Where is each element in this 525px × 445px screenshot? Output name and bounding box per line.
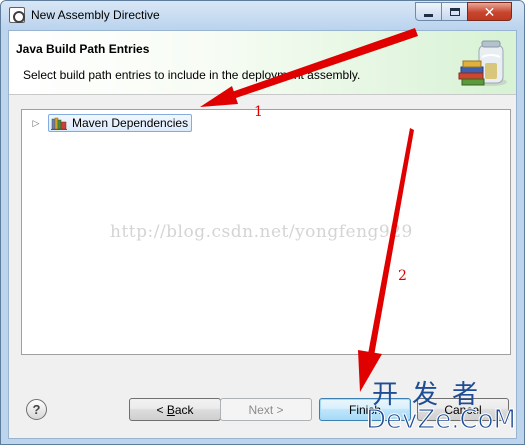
jar-books-icon [458, 40, 507, 86]
maximize-icon [449, 7, 460, 16]
title-bar[interactable]: New Assembly Directive ✕ [1, 1, 524, 30]
devze-watermark-logo: 开发者 DevZe.CoM [366, 374, 522, 440]
tree-row[interactable]: ▷ Maven Dependencies [30, 114, 193, 132]
wizard-header: Java Build Path Entries Select build pat… [9, 31, 516, 95]
tree-item-label: Maven Dependencies [72, 116, 189, 130]
blog-watermark: http://blog.csdn.net/yongfeng929 [110, 222, 413, 242]
close-button[interactable]: ✕ [467, 2, 512, 21]
minimize-icon [424, 13, 433, 17]
tree-item-maven-dependencies[interactable]: Maven Dependencies [48, 114, 193, 132]
minimize-button[interactable] [415, 2, 442, 21]
back-label-prefix: < [156, 402, 167, 417]
close-icon: ✕ [483, 3, 496, 20]
annotation-label-2: 2 [398, 268, 407, 284]
back-label-mnemonic: B [166, 402, 175, 417]
window-title: New Assembly Directive [31, 8, 160, 22]
back-label-rest: ack [174, 402, 194, 417]
next-button[interactable]: Next > [220, 398, 312, 421]
annotation-label-1: 1 [254, 104, 263, 120]
maximize-button[interactable] [441, 2, 468, 21]
expand-arrow-icon[interactable]: ▷ [30, 117, 42, 129]
page-title: Java Build Path Entries [16, 42, 150, 56]
help-icon: ? [32, 402, 41, 417]
page-description: Select build path entries to include in … [23, 68, 361, 82]
next-label: Next > [248, 402, 284, 417]
eclipse-app-icon [9, 7, 25, 23]
brand-line-2: DevZe.CoM [366, 405, 517, 436]
back-button[interactable]: < Back [129, 398, 221, 421]
library-icon [51, 117, 67, 130]
help-button[interactable]: ? [26, 399, 47, 420]
